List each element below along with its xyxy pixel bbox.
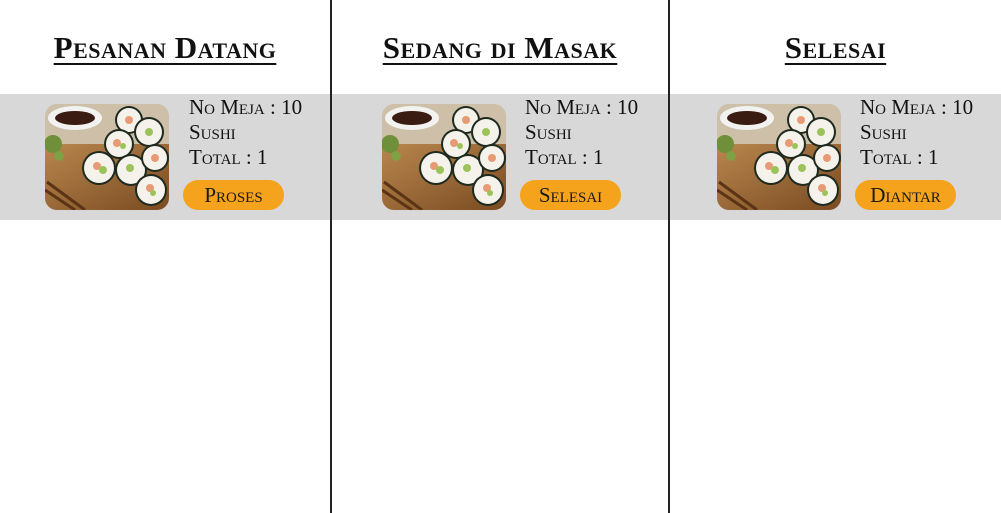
item-name: Sushi [189,120,236,144]
column-pesanan-datang: Pesanan Datang No Meja: 10 Sushi Total … [0,0,330,513]
total-line: Total : 1 [525,145,604,169]
total-label: Total [189,145,241,169]
total-label: Total [525,145,577,169]
diantar-button[interactable]: Diantar [855,180,956,210]
sushi-image [717,104,841,210]
table-label: No Meja [860,95,936,119]
table-label: No Meja [525,95,601,119]
total-value: 1 [256,145,268,169]
table-number-line: No Meja : 10 [860,95,974,119]
table-number-line: No Meja : 10 [189,95,303,119]
item-name: Sushi [860,120,907,144]
proses-button[interactable]: Proses [183,180,284,210]
order-info: No Meja : 10 Sushi Total : 1 [189,94,302,170]
table-number: 10 [281,95,303,119]
order-card: No Meja : 10 Sushi Total : 1 Proses [0,94,330,220]
table-number: 10 [952,95,974,119]
sushi-image [382,104,506,210]
order-card: No Meja : 10 Sushi Total : 1 Selesai [332,94,668,220]
order-card: No Meja : 10 Sushi Total : 1 Diantar [670,94,1001,220]
table-label: No Meja [189,95,265,119]
table-number-line: No Meja : 10 [525,95,639,119]
total-line: Total : 1 [189,145,268,169]
column-sedang-di-masak: Sedang di Masak No Meja: 10 Sushi Total… [330,0,668,513]
sushi-image [45,104,169,210]
column-title: Pesanan Datang [53,30,277,65]
total-line: Total : 1 [860,145,939,169]
total-value: 1 [592,145,604,169]
item-name: Sushi [525,120,572,144]
order-info: No Meja : 10 Sushi Total : 1 [525,94,638,170]
order-info: No Meja : 10 Sushi Total : 1 [860,94,973,170]
column-title: Sedang di Masak [382,30,618,65]
column-selesai: Selesai No Meja: 10 Sushi Total: 1 Dia… [668,0,1001,513]
total-value: 1 [927,145,939,169]
column-title: Selesai [784,30,887,65]
table-number: 10 [617,95,639,119]
total-label: Total [860,145,912,169]
kitchen-order-board: Pesanan Datang No Meja: 10 Sushi Total … [0,0,1001,513]
selesai-button[interactable]: Selesai [520,180,621,210]
